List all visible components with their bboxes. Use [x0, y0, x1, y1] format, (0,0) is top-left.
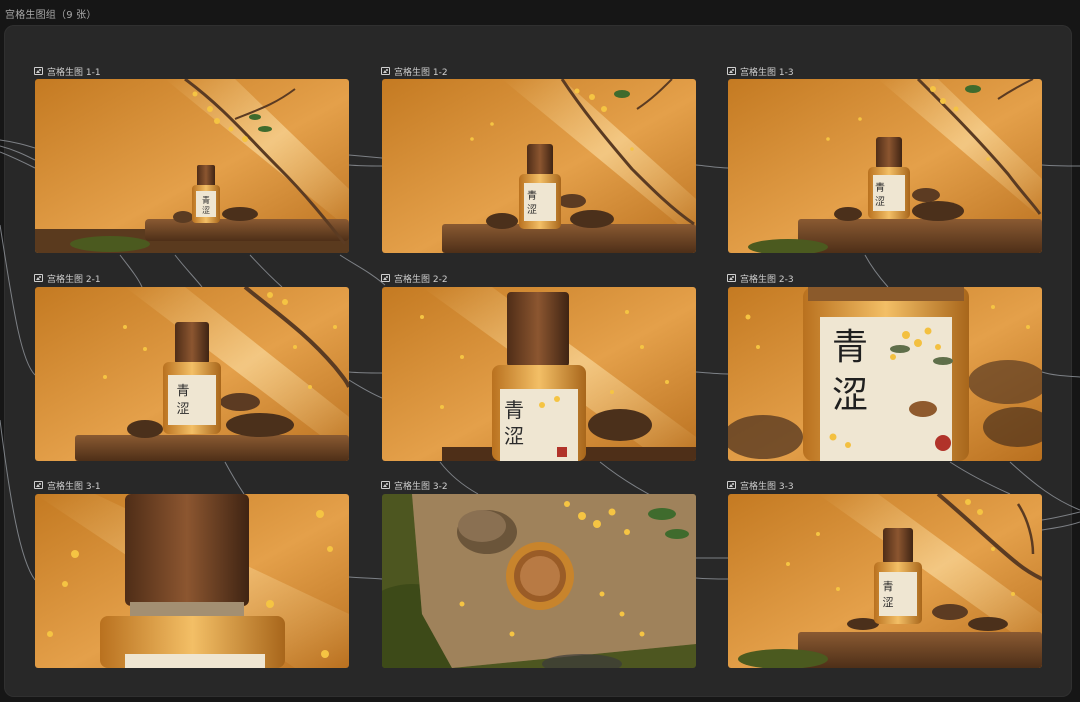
perfume-photo: 青 涩 — [35, 287, 349, 461]
bottle-label-text: 青 — [504, 398, 524, 422]
image-icon — [727, 67, 736, 75]
image-tile-3-1[interactable] — [35, 494, 349, 668]
bottle-label-text: 青 — [832, 327, 868, 368]
image-icon — [381, 481, 390, 489]
image-icon — [34, 67, 43, 75]
bottle-label-text: 青 — [883, 580, 894, 593]
perfume-photo: 青 涩 — [382, 287, 696, 461]
perfume-photo — [382, 494, 696, 668]
bottle-label-text: 涩 — [832, 375, 868, 416]
bottle-label-text: 涩 — [875, 196, 885, 208]
tile-label-3-1: 宫格生图 3-1 — [34, 479, 101, 492]
image-icon — [727, 481, 736, 489]
image-icon — [381, 274, 390, 282]
bottle-label-text: 青 — [202, 195, 210, 205]
perfume-photo: 青 涩 — [728, 494, 1042, 668]
perfume-photo: 青 涩 — [728, 287, 1042, 461]
image-tile-2-3[interactable]: 青 涩 — [728, 287, 1042, 461]
bottle-label-text: 涩 — [176, 402, 189, 417]
tile-label-2-3: 宫格生图 2-3 — [727, 272, 794, 285]
bottle-label-text: 涩 — [883, 596, 894, 609]
bottle-label-text: 青 — [875, 181, 885, 194]
tile-label-3-3: 宫格生图 3-3 — [727, 479, 794, 492]
image-tile-1-1[interactable]: 青 涩 — [35, 79, 349, 253]
perfume-photo: 青 涩 — [35, 79, 349, 253]
image-icon — [34, 274, 43, 282]
tile-label-2-1: 宫格生图 2-1 — [34, 272, 101, 285]
perfume-photo: 青 涩 — [728, 79, 1042, 253]
group-title: 宫格生图组（9 张） — [5, 10, 97, 21]
perfume-photo — [35, 494, 349, 668]
image-tile-2-2[interactable]: 青 涩 — [382, 287, 696, 461]
image-tile-3-2[interactable] — [382, 494, 696, 668]
tile-label-2-2: 宫格生图 2-2 — [381, 272, 448, 285]
tile-label-1-2: 宫格生图 1-2 — [381, 65, 448, 78]
bottle-label-text: 涩 — [527, 204, 537, 216]
tile-label-1-3: 宫格生图 1-3 — [727, 65, 794, 78]
bottle-label-text: 涩 — [202, 206, 210, 215]
image-icon — [381, 67, 390, 75]
image-tile-1-3[interactable]: 青 涩 — [728, 79, 1042, 253]
image-tile-1-2[interactable]: 青 涩 — [382, 79, 696, 253]
bottle-label-text: 青 — [527, 189, 537, 202]
bottle-label-text: 涩 — [504, 424, 524, 448]
perfume-photo: 青 涩 — [382, 79, 696, 253]
image-tile-2-1[interactable]: 青 涩 — [35, 287, 349, 461]
image-icon — [727, 274, 736, 282]
tile-label-1-1: 宫格生图 1-1 — [34, 65, 101, 78]
bottle-label-text: 青 — [176, 384, 189, 399]
image-icon — [34, 481, 43, 489]
tile-label-3-2: 宫格生图 3-2 — [381, 479, 448, 492]
image-tile-3-3[interactable]: 青 涩 — [728, 494, 1042, 668]
